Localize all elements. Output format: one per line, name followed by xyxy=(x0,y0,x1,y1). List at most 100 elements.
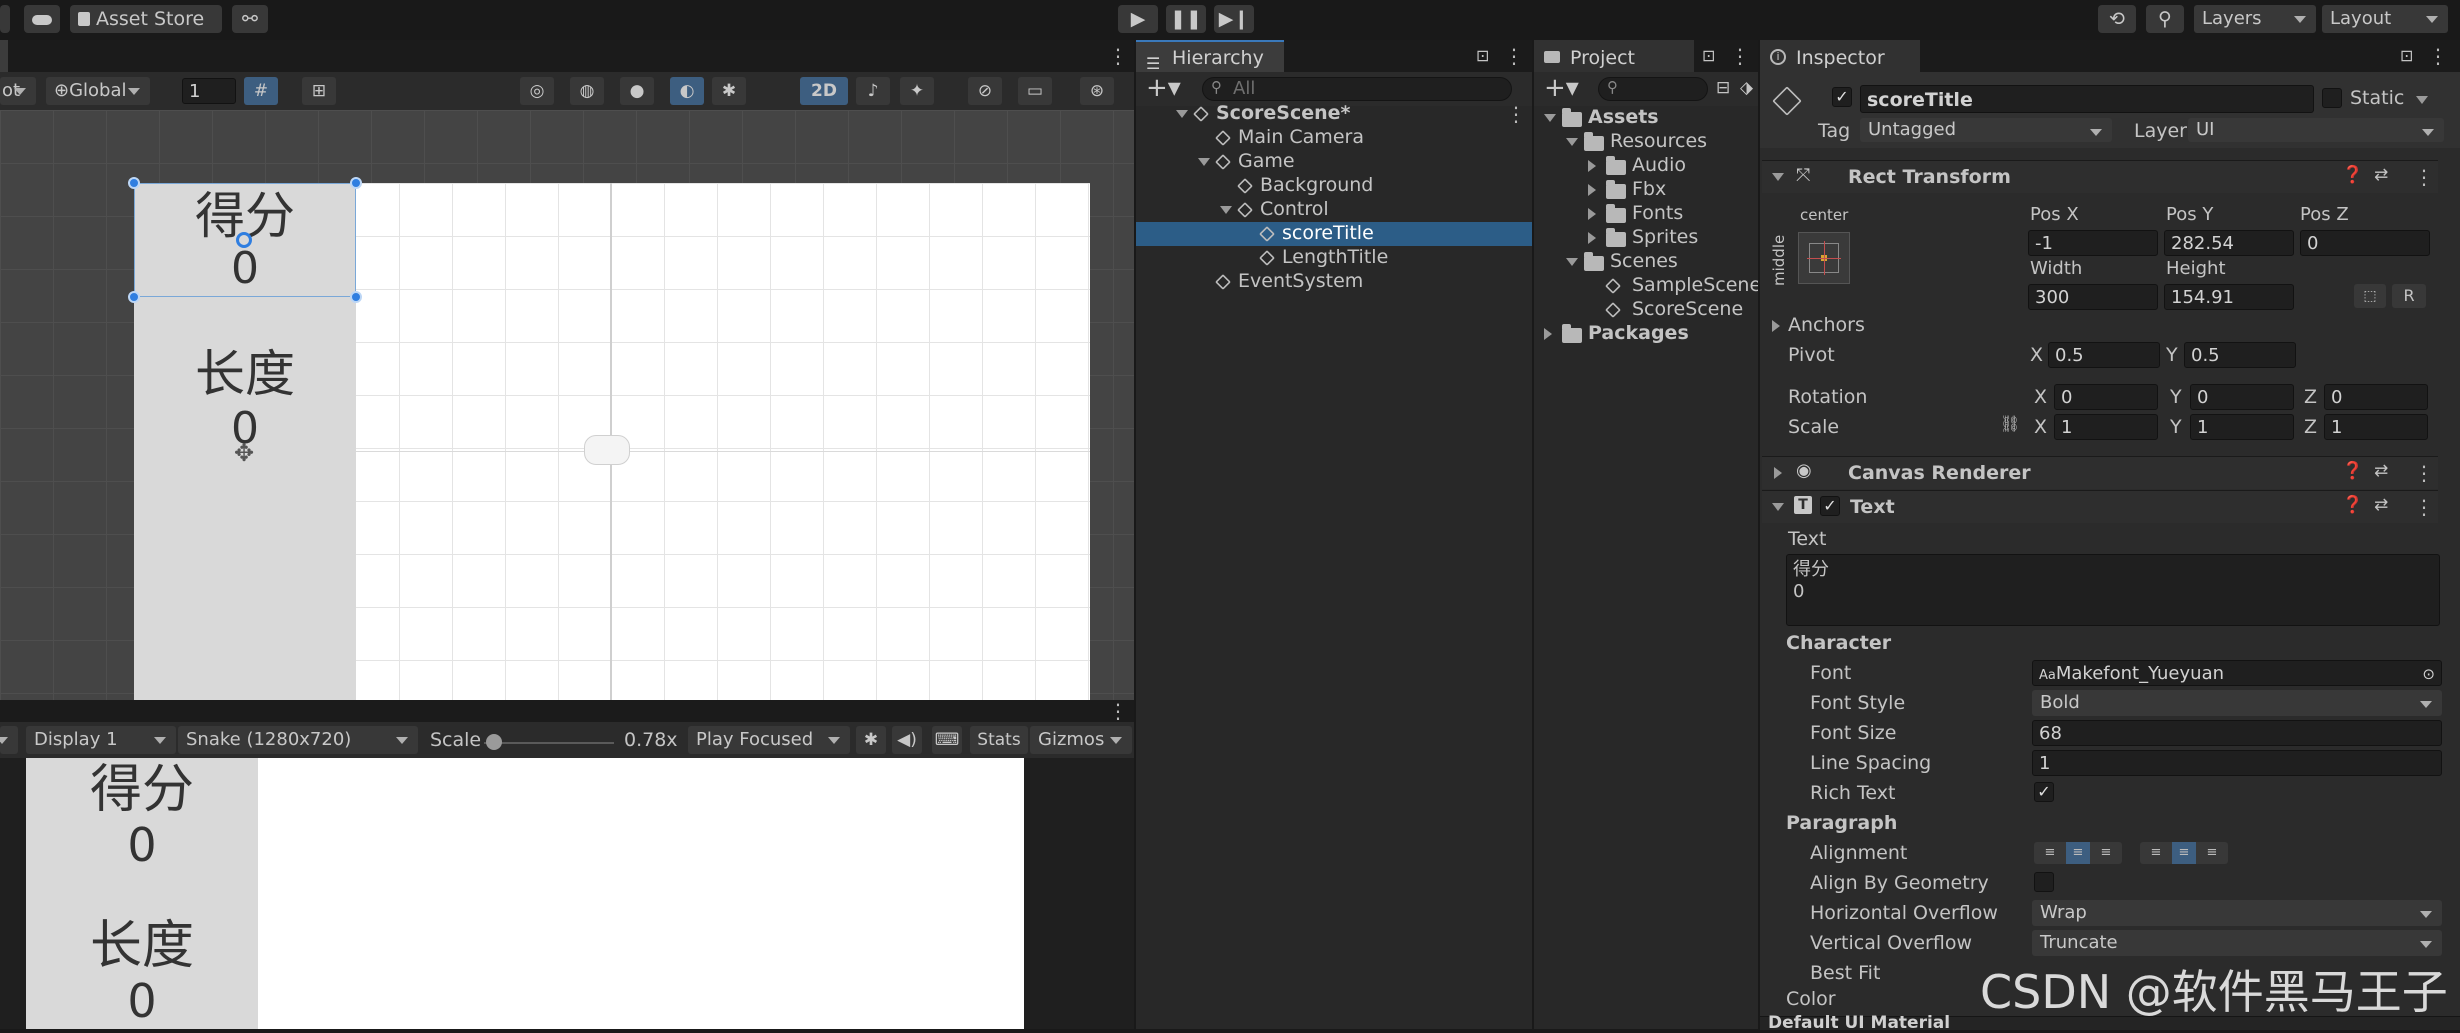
rotation-x-field[interactable]: 0 xyxy=(2054,384,2158,410)
lock-icon[interactable]: ⊡ xyxy=(2400,46,2413,65)
collapse-arrow-icon[interactable] xyxy=(1544,114,1556,122)
visibility-toggle[interactable]: ⊘ xyxy=(968,77,1002,105)
static-checkbox[interactable] xyxy=(2322,88,2342,108)
align-top-icon[interactable]: ≡ xyxy=(2144,842,2168,864)
tab-hierarchy[interactable]: ☰ Hierarchy xyxy=(1136,40,1284,73)
stats-button[interactable]: Stats xyxy=(970,726,1028,754)
collapse-arrow-icon[interactable] xyxy=(1566,138,1578,146)
project-item[interactable]: SampleScene 1 xyxy=(1534,274,1758,298)
v-overflow-dropdown[interactable]: Truncate xyxy=(2032,930,2442,956)
align-bottom-icon[interactable]: ≡ xyxy=(2200,842,2224,864)
text-component-header[interactable]: T ✓ Text ❓ ⇄ ⋮ xyxy=(1762,490,2438,523)
lock-icon[interactable]: ⊡ xyxy=(1476,46,1489,65)
project-search[interactable]: ⚲ xyxy=(1598,77,1708,101)
anchor-preset-button[interactable] xyxy=(1798,232,1850,284)
shading-unlit-button[interactable]: ◐ xyxy=(670,77,704,105)
resize-handle-tr[interactable] xyxy=(350,177,362,189)
shading-shaded-button[interactable]: ● xyxy=(620,77,654,105)
rect-transform-header[interactable]: ⤧ Rect Transform ❓ ⇄ ⋮ xyxy=(1762,160,2438,193)
raw-edit-button[interactable]: R xyxy=(2392,284,2426,308)
font-size-field[interactable]: 68 xyxy=(2032,720,2442,746)
project-item[interactable]: Resources xyxy=(1534,130,1758,154)
inspector-menu-icon[interactable]: ⋮ xyxy=(2428,46,2448,66)
grid-snap-field[interactable]: 1 xyxy=(182,78,236,104)
filter-label-icon[interactable]: ⬗ xyxy=(1740,78,1753,98)
project-item[interactable]: Assets xyxy=(1534,106,1758,130)
preset-icon[interactable]: ⇄ xyxy=(2374,461,2388,481)
undo-history-button[interactable]: ⟲ xyxy=(2098,5,2136,33)
layer-dropdown[interactable]: UI xyxy=(2188,118,2444,142)
tag-dropdown[interactable]: Untagged xyxy=(1860,118,2112,142)
hierarchy-item[interactable]: EventSystem xyxy=(1136,270,1532,294)
line-spacing-field[interactable]: 1 xyxy=(2032,750,2442,776)
project-item[interactable]: Packages xyxy=(1534,322,1758,346)
shading-shaded-wire-button[interactable]: ◍ xyxy=(570,77,604,105)
height-field[interactable]: 154.91 xyxy=(2164,284,2294,310)
blueprint-button[interactable]: ⬚ xyxy=(2354,284,2386,308)
version-control-button[interactable]: ⚯ xyxy=(232,5,268,33)
game-debug-button[interactable]: ✱ xyxy=(856,726,886,754)
lock-icon[interactable]: ⊡ xyxy=(1702,46,1715,65)
create-button[interactable]: +▾ xyxy=(1146,74,1181,102)
resize-handle-bl[interactable] xyxy=(128,291,140,303)
text-content-area[interactable]: 得分 0 xyxy=(1786,554,2440,626)
scene-viewport[interactable]: 得分 0 长度 0 ✥ xyxy=(0,110,1134,721)
asset-store-button[interactable]: Asset Store xyxy=(70,5,222,33)
pos-z-field[interactable]: 0 xyxy=(2300,230,2430,256)
scene-menu-icon[interactable]: ⋮ xyxy=(1108,46,1128,66)
play-focused-dropdown[interactable]: Play Focused xyxy=(688,726,850,754)
scale-slider-track[interactable] xyxy=(484,742,614,744)
mode-2d-button[interactable]: 2D xyxy=(800,77,848,105)
preset-icon[interactable]: ⇄ xyxy=(2374,165,2388,185)
scale-y-field[interactable]: 1 xyxy=(2190,414,2294,440)
game-menu-icon[interactable]: ⋮ xyxy=(1108,701,1128,721)
search-button[interactable]: ⚲ xyxy=(2146,5,2184,33)
scale-z-field[interactable]: 1 xyxy=(2324,414,2428,440)
collapse-arrow-icon[interactable] xyxy=(1566,258,1578,266)
expand-arrow-icon[interactable] xyxy=(1588,184,1596,196)
snap-toggle[interactable]: ⊞ xyxy=(302,77,336,105)
preset-icon[interactable]: ⇄ xyxy=(2374,495,2388,515)
anchors-expand-icon[interactable] xyxy=(1772,320,1780,332)
static-dropdown-icon[interactable] xyxy=(2416,96,2428,104)
resize-handle-br[interactable] xyxy=(350,291,362,303)
rotation-y-field[interactable]: 0 xyxy=(2190,384,2294,410)
collapse-icon[interactable] xyxy=(1772,503,1784,511)
project-create-button[interactable]: +▾ xyxy=(1544,74,1579,102)
account-button[interactable] xyxy=(0,5,10,33)
resolution-dropdown[interactable]: Snake (1280x720) xyxy=(178,726,418,754)
hierarchy-item[interactable]: ScoreScene* ⋮ xyxy=(1136,102,1532,126)
font-field[interactable]: AaMakefont_Yueyuan ⊙ xyxy=(2032,660,2442,686)
expand-arrow-icon[interactable] xyxy=(1176,110,1188,118)
global-dropdown[interactable]: ⊕Global xyxy=(46,77,150,105)
project-menu-icon[interactable]: ⋮ xyxy=(1730,46,1750,66)
expand-arrow-icon[interactable] xyxy=(1588,160,1596,172)
pivot-handle[interactable] xyxy=(236,232,252,248)
game-mode-dropdown[interactable] xyxy=(0,726,18,754)
align-right-icon[interactable]: ≡ xyxy=(2094,842,2118,864)
gizmos-toggle[interactable]: ⊛ xyxy=(1080,77,1114,105)
width-field[interactable]: 300 xyxy=(2028,284,2158,310)
hierarchy-item[interactable]: Main Camera xyxy=(1136,126,1532,150)
hierarchy-search[interactable]: ⚲ All xyxy=(1202,77,1512,101)
project-item[interactable]: Fonts xyxy=(1534,202,1758,226)
keyboard-button[interactable]: ⌨ xyxy=(932,726,962,754)
debug-draw-button[interactable]: ✱ xyxy=(712,77,746,105)
rotation-z-field[interactable]: 0 xyxy=(2324,384,2428,410)
font-style-dropdown[interactable]: Bold xyxy=(2032,690,2442,716)
help-icon[interactable]: ❓ xyxy=(2342,461,2363,481)
grid-toggle[interactable]: # xyxy=(244,77,278,105)
camera-settings-button[interactable]: ▭ xyxy=(1018,77,1052,105)
scale-slider-thumb[interactable] xyxy=(486,734,503,750)
effects-toggle[interactable]: ✦ xyxy=(900,77,934,105)
component-menu-icon[interactable]: ⋮ xyxy=(2414,463,2434,483)
pos-x-field[interactable]: -1 xyxy=(2028,230,2158,256)
gizmos-dropdown[interactable]: Gizmos xyxy=(1030,726,1132,754)
display-dropdown[interactable]: Display 1 xyxy=(26,726,176,754)
step-button[interactable]: ▶❙ xyxy=(1214,5,1254,33)
active-checkbox[interactable]: ✓ xyxy=(1832,87,1852,107)
layout-dropdown[interactable]: Layout xyxy=(2322,5,2448,33)
hierarchy-menu-icon[interactable]: ⋮ xyxy=(1504,46,1524,66)
component-menu-icon[interactable]: ⋮ xyxy=(2414,497,2434,517)
tab-project[interactable]: Project xyxy=(1534,40,1694,72)
